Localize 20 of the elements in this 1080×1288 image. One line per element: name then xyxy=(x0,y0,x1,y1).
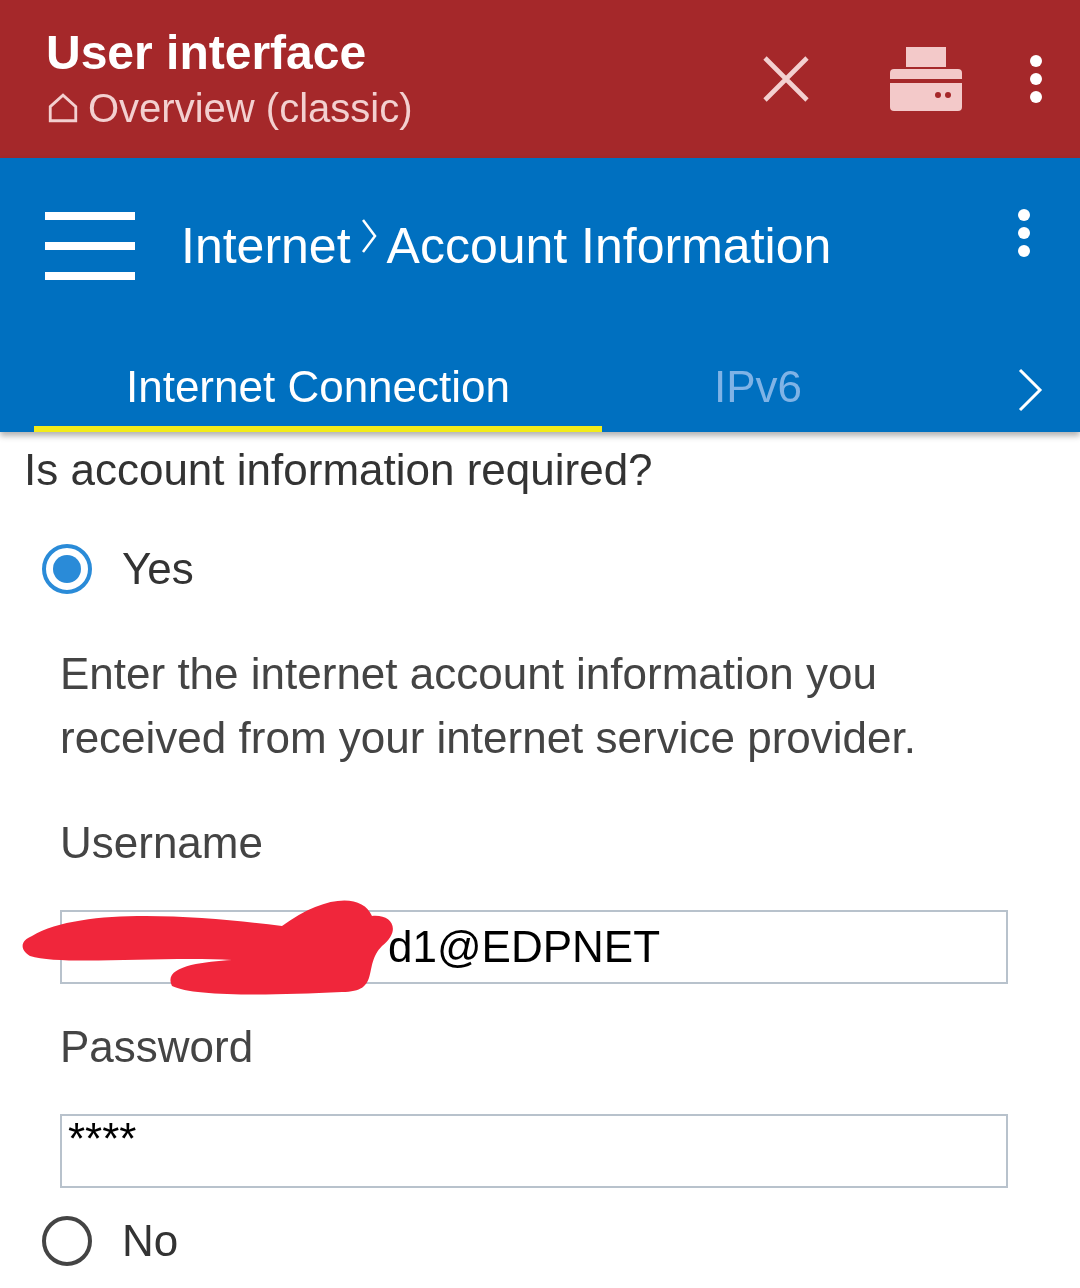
question-text: Is account information required? xyxy=(24,444,654,496)
breadcrumb-item[interactable]: Internet xyxy=(181,208,351,284)
app-title: User interface xyxy=(46,25,368,81)
more-icon[interactable] xyxy=(1028,54,1044,104)
home-icon xyxy=(46,91,80,125)
view-link[interactable]: Overview (classic) xyxy=(88,82,413,134)
chevron-right-icon[interactable] xyxy=(1016,366,1044,414)
input-field[interactable]: **** xyxy=(60,1114,1008,1188)
menu-icon[interactable] xyxy=(45,212,135,280)
option-label[interactable]: No xyxy=(122,1208,179,1274)
radio-button[interactable] xyxy=(42,1216,92,1266)
description-text: Enter the internet account information you received from your internet service provider. xyxy=(59,648,917,764)
printer-icon[interactable] xyxy=(890,47,962,111)
option-label[interactable]: Yes xyxy=(122,536,194,602)
field-label: Username xyxy=(60,817,264,869)
tab[interactable]: Internet Connection xyxy=(34,348,602,432)
more-icon[interactable] xyxy=(1016,208,1032,258)
field-label: Password xyxy=(60,1021,255,1073)
radio-button[interactable] xyxy=(42,544,92,594)
breadcrumb-item: Account Information xyxy=(386,216,832,276)
